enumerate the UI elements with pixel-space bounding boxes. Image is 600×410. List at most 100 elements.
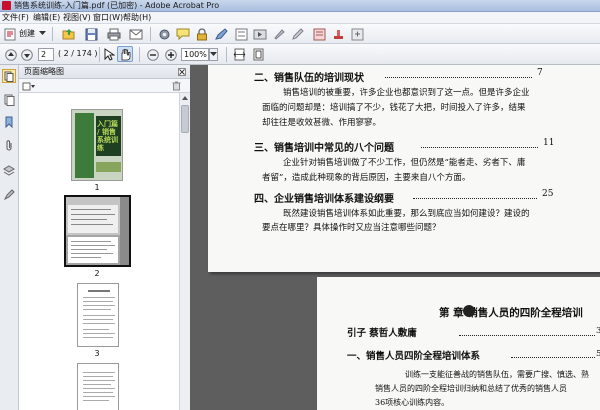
next-page-icon[interactable] bbox=[20, 48, 33, 61]
note-icon[interactable] bbox=[312, 27, 326, 41]
document-page-lower: 第 章 销售人员的四阶全程培训 引子 蔡哲人敷庸 3 一、销售人员四阶全程培训体… bbox=[317, 277, 600, 410]
form-icon[interactable] bbox=[234, 27, 248, 41]
menu-view[interactable]: 视图(V) bbox=[63, 12, 91, 24]
trash-icon[interactable] bbox=[171, 81, 181, 91]
share-icon[interactable] bbox=[350, 27, 364, 41]
gear-icon[interactable] bbox=[157, 27, 171, 41]
zoom-in-icon[interactable] bbox=[164, 48, 177, 61]
body-line-1: 训练一支能征善战的销售队伍，需要广搜、慎选、熟 bbox=[405, 370, 589, 379]
section-3-page: 11 bbox=[543, 138, 555, 148]
save-icon[interactable] bbox=[84, 27, 98, 41]
lock-icon[interactable] bbox=[195, 27, 209, 41]
toolbar-separator bbox=[99, 47, 100, 62]
thumbnail-page-2-visible-region bbox=[68, 205, 118, 233]
multimedia-icon[interactable] bbox=[253, 27, 267, 41]
layers-pages-icon[interactable] bbox=[2, 93, 16, 107]
section-2-body-line-2: 面临的问题却是：培训搞了不少，钱花了大把，时间投入了许多，结果 bbox=[262, 103, 526, 113]
options-menu-icon[interactable] bbox=[22, 81, 36, 91]
highlight-icon[interactable] bbox=[272, 27, 286, 41]
thumbnail-page-2-shadow bbox=[120, 197, 129, 265]
toolbar-separator bbox=[52, 27, 53, 41]
section-3-title: 三、销售培训中常见的八个问题 bbox=[254, 143, 394, 154]
chapter-number-mark bbox=[463, 305, 475, 317]
fit-width-icon[interactable] bbox=[232, 47, 246, 61]
previous-page-icon[interactable] bbox=[4, 48, 17, 61]
zoom-level-input[interactable]: 100% bbox=[181, 48, 209, 61]
section-3-body-line-1: 企业针对销售培训做了不少工作，但仍然是“能者走、劣者下、庸 bbox=[283, 158, 526, 168]
intro-title: 引子 蔡哲人敷庸 bbox=[347, 328, 417, 339]
create-pdf-icon[interactable] bbox=[3, 27, 17, 41]
layers-icon[interactable] bbox=[2, 163, 16, 177]
thumbnail-page-4[interactable] bbox=[77, 363, 119, 410]
body-line-3: 36项核心训练内容。 bbox=[375, 398, 450, 407]
pen-icon[interactable] bbox=[291, 27, 305, 41]
thumbnail-scrollbar[interactable] bbox=[179, 93, 190, 410]
create-button[interactable]: 创建 bbox=[19, 28, 35, 40]
page-number-input[interactable]: 2 bbox=[38, 48, 54, 61]
toolbar-separator bbox=[139, 47, 140, 62]
main-toolbar: 创建 bbox=[0, 24, 600, 44]
thumbnail-number-2: 2 bbox=[94, 269, 100, 278]
email-icon[interactable] bbox=[129, 27, 143, 41]
fit-page-icon[interactable] bbox=[251, 47, 265, 61]
stamp-icon[interactable] bbox=[331, 27, 345, 41]
section-1-title: 一、销售人员四阶全程培训体系 bbox=[347, 351, 481, 362]
panel-title: 页面缩略图 bbox=[24, 67, 64, 76]
chapter-title: 第 章 销售人员的四阶全程培训 bbox=[439, 307, 583, 319]
section-4-title: 四、企业销售培训体系建设纲要 bbox=[254, 194, 394, 205]
cover-band bbox=[96, 162, 121, 172]
thumbnail-page-2[interactable] bbox=[64, 195, 131, 267]
zoom-out-icon[interactable] bbox=[146, 48, 159, 61]
panel-header: 页面缩略图 bbox=[19, 65, 190, 79]
section-4-body-line-1: 既然建设销售培训体系如此重要，那么到底应当如何建设？建设的 bbox=[283, 209, 530, 219]
hand-tool-icon[interactable] bbox=[117, 46, 133, 62]
menu-edit[interactable]: 编辑(E) bbox=[33, 12, 60, 24]
print-icon[interactable] bbox=[107, 27, 121, 41]
section-2-page: 7 bbox=[537, 68, 543, 78]
close-panel-icon[interactable] bbox=[178, 68, 186, 76]
thumbnail-number-1: 1 bbox=[94, 183, 100, 192]
document-view[interactable]: 二、销售队伍的培训现状 7 销售培训的被重要，许多企业也都意识到了这一点。但是许… bbox=[191, 65, 600, 410]
toc-dots bbox=[459, 335, 595, 336]
navigation-toolbar: 2 ( 2 / 174 ) 100% bbox=[0, 44, 600, 65]
scroll-up-arrow-icon[interactable] bbox=[181, 94, 189, 103]
select-cursor-icon[interactable] bbox=[102, 47, 116, 61]
sign-icon[interactable] bbox=[214, 27, 228, 41]
open-folder-icon[interactable] bbox=[62, 27, 76, 41]
toc-dots bbox=[511, 357, 595, 358]
section-2-body-line-3: 却往往是收效甚微、作用寥寥。 bbox=[262, 118, 382, 128]
intro-page: 3 bbox=[596, 326, 600, 336]
window-title: 销售系统训练-入门篇.pdf (已加密) - Adobe Acrobat Pro bbox=[14, 1, 220, 10]
pages-panel-icon[interactable] bbox=[2, 69, 16, 83]
cover-figure bbox=[75, 113, 94, 178]
thumbnail-page-3[interactable] bbox=[77, 283, 119, 347]
toolbar-separator bbox=[150, 27, 151, 41]
menu-bar: 文件(F) 编辑(E) 视图(V) 窗口(W) 帮助(H) bbox=[0, 12, 600, 24]
comment-icon[interactable] bbox=[176, 27, 190, 41]
acrobat-app-icon bbox=[2, 1, 11, 10]
bookmark-icon[interactable] bbox=[2, 115, 16, 129]
section-1-page: 5 bbox=[596, 349, 600, 359]
zoom-dropdown-chevron-icon[interactable] bbox=[209, 48, 218, 61]
menu-file[interactable]: 文件(F) bbox=[2, 12, 29, 24]
section-2-title: 二、销售队伍的培训现状 bbox=[254, 73, 364, 84]
menu-window[interactable]: 窗口(W) bbox=[93, 12, 123, 24]
toc-dots bbox=[421, 147, 538, 148]
navigation-pane-strip bbox=[0, 65, 19, 410]
toc-dots bbox=[413, 198, 537, 199]
thumbnail-page-1[interactable]: 入门篇 / 销售系统训练 bbox=[71, 109, 123, 181]
attachment-icon[interactable] bbox=[2, 138, 16, 152]
body-line-2: 销售人员的四阶全程培训归纳和总结了优秀的销售人员 bbox=[375, 384, 567, 393]
document-page-upper: 二、销售队伍的培训现状 7 销售培训的被重要，许多企业也都意识到了这一点。但是许… bbox=[208, 65, 600, 272]
section-4-body-line-2: 要点在哪里？具体操作时又应当注意哪些问题？ bbox=[262, 223, 441, 233]
thumbnail-number-3: 3 bbox=[94, 349, 100, 358]
signature-icon[interactable] bbox=[2, 188, 16, 202]
cover-text: 入门篇 / 销售系统训练 bbox=[97, 120, 118, 152]
thumbnail-page-2-text bbox=[68, 237, 118, 263]
menu-help[interactable]: 帮助(H) bbox=[123, 12, 151, 24]
toolbar-separator bbox=[226, 47, 227, 62]
title-bar: 销售系统训练-入门篇.pdf (已加密) - Adobe Acrobat Pro bbox=[0, 0, 600, 12]
scrollbar-thumb[interactable] bbox=[181, 105, 189, 133]
thumbnail-list: 入门篇 / 销售系统训练 1 2 3 bbox=[19, 93, 179, 410]
chevron-down-icon[interactable] bbox=[39, 30, 46, 37]
